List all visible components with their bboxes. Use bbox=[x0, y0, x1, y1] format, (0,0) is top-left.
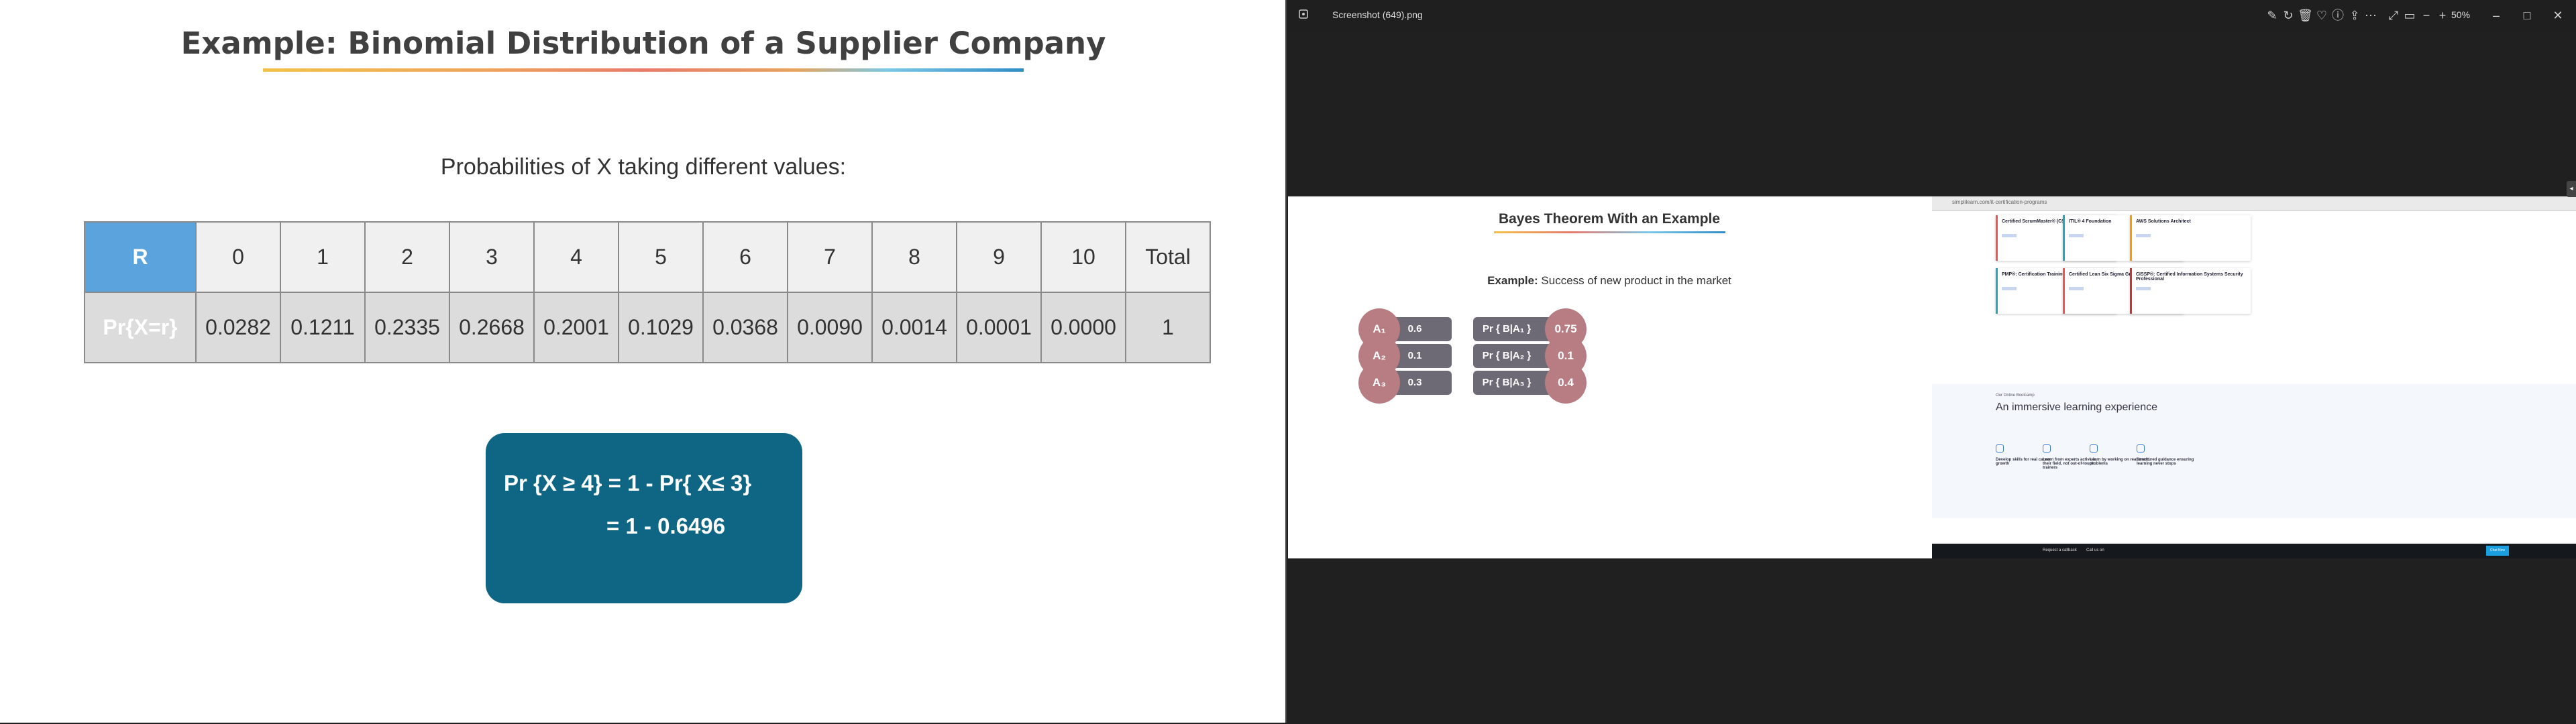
course-tag bbox=[2136, 287, 2151, 290]
photo-viewer-window: Screenshot (649).png ✎ ↻ 🗑 ♡ ⓘ ⇪ ⋯ ⤢ ▭ −… bbox=[1288, 0, 2576, 724]
table-cell: 7 bbox=[787, 221, 873, 293]
course-tag bbox=[2136, 234, 2151, 237]
slide-panel: Example: Binomial Distribution of a Supp… bbox=[0, 0, 1287, 723]
course-title: PMP®: Certification Training bbox=[2002, 272, 2065, 277]
course-tag bbox=[2069, 287, 2084, 290]
course-title: AWS Solutions Architect bbox=[2136, 219, 2191, 224]
maximize-icon[interactable]: □ bbox=[2520, 8, 2534, 23]
bayes-example: Example: Success of new product in the m… bbox=[1288, 274, 1931, 288]
rotate-icon[interactable]: ↻ bbox=[2281, 8, 2296, 23]
formula-line: = 1 - 0.6496 bbox=[606, 514, 726, 538]
zoom-in-icon[interactable]: + bbox=[2435, 8, 2450, 23]
section-heading: An immersive learning experience bbox=[1996, 402, 2157, 413]
slide-subtitle: Probabilities of X taking different valu… bbox=[440, 154, 847, 180]
table-cell: 0.2001 bbox=[533, 292, 619, 363]
table-cell: 0.0000 bbox=[1040, 292, 1126, 363]
browser-screenshot: simplilearn.com/it-certification-program… bbox=[1932, 196, 2576, 558]
course-card: AWS Solutions Architect bbox=[2130, 215, 2251, 261]
table-cell: 6 bbox=[702, 221, 788, 293]
formula-box: Pr {X ≥ 4} = 1 - Pr{ X≤ 3} = 1 - 0.6496 bbox=[486, 433, 802, 603]
feature-icon bbox=[2043, 444, 2051, 452]
title-underline bbox=[263, 68, 1024, 72]
table-cell: 0.2335 bbox=[364, 292, 450, 363]
viewer-toolbar: Screenshot (649).png ✎ ↻ 🗑 ♡ ⓘ ⇪ ⋯ ⤢ ▭ −… bbox=[1288, 0, 2576, 32]
table-cell: 0 bbox=[195, 221, 281, 293]
delete-icon[interactable]: 🗑 bbox=[2298, 8, 2313, 23]
share-icon[interactable]: ⇪ bbox=[2347, 8, 2362, 23]
table-cell: 2 bbox=[364, 221, 450, 293]
learning-section: Our Online Bootcamp An immersive learnin… bbox=[1932, 384, 2576, 518]
course-title: Certified ScrumMaster® (CSM) bbox=[2002, 219, 2071, 224]
probability-table: R 0 1 2 3 4 5 6 7 8 9 10 Total Pr{X=r} 0… bbox=[84, 221, 1211, 363]
table-cell: 3 bbox=[449, 221, 535, 293]
course-tag bbox=[2069, 234, 2084, 237]
image-canvas[interactable]: Bayes Theorem With an Example Example: S… bbox=[1288, 196, 2576, 558]
zoom-out-icon[interactable]: − bbox=[2419, 8, 2434, 23]
example-label: Example: bbox=[1487, 274, 1538, 287]
more-icon[interactable]: ⋯ bbox=[2363, 8, 2378, 23]
table-row: Pr{X=r} 0.0282 0.1211 0.2335 0.2668 0.20… bbox=[84, 292, 1211, 363]
cond-pill: Pr { B|A₁ } bbox=[1473, 317, 1554, 341]
cond-pill: Pr { B|A₂ } bbox=[1473, 344, 1554, 368]
table-cell: 5 bbox=[618, 221, 704, 293]
course-tag bbox=[2002, 234, 2017, 237]
fullscreen-icon[interactable]: ⤢ bbox=[2386, 8, 2401, 23]
table-cell: 0.0090 bbox=[787, 292, 873, 363]
table-cell: 0.1211 bbox=[280, 292, 366, 363]
course-tag bbox=[2002, 287, 2017, 290]
footer-callback: Request a callback bbox=[2043, 548, 2077, 552]
table-cell: 8 bbox=[871, 221, 957, 293]
formula-line: Pr {X ≥ 4} = 1 - Pr{ X≤ 3} bbox=[504, 471, 752, 495]
table-cell: 0.0014 bbox=[871, 292, 957, 363]
table-cell-total: 1 bbox=[1125, 292, 1211, 363]
feature-icon bbox=[2137, 444, 2145, 452]
feature-icon bbox=[1996, 444, 2004, 452]
info-icon[interactable]: ⓘ bbox=[2330, 8, 2345, 23]
cond-pill: Pr { B|A₃ } bbox=[1473, 371, 1554, 395]
file-name: Screenshot (649).png bbox=[1332, 9, 1423, 20]
footer-call: Call us on bbox=[2086, 548, 2104, 552]
cond-circle: 0.4 bbox=[1545, 362, 1587, 404]
feature-icon bbox=[2090, 444, 2098, 452]
course-card: CISSP®: Certified Information Systems Se… bbox=[2130, 268, 2251, 314]
browser-url: simplilearn.com/it-certification-program… bbox=[1952, 199, 2047, 205]
table-cell: 0.2668 bbox=[449, 292, 535, 363]
browser-address-bar: simplilearn.com/it-certification-program… bbox=[1932, 196, 2576, 211]
table-cell: 10 bbox=[1040, 221, 1126, 293]
event-circle: A₃ bbox=[1358, 362, 1400, 404]
chat-button: Chat Now bbox=[2486, 546, 2509, 556]
chevron-left-icon[interactable]: ◂ bbox=[2567, 181, 2576, 197]
close-icon[interactable]: ✕ bbox=[2551, 8, 2565, 23]
feature-title: Structured guidance ensuring learning ne… bbox=[2137, 458, 2194, 466]
title-underline bbox=[1494, 231, 1725, 233]
browser-footer: Request a callback Call us on Chat Now bbox=[1932, 544, 2576, 558]
open-folder-icon[interactable] bbox=[1296, 8, 1311, 23]
course-title: ITIL® 4 Foundation bbox=[2069, 219, 2112, 224]
bayes-title: Bayes Theorem With an Example bbox=[1498, 211, 1721, 227]
example-text: Success of new product in the market bbox=[1538, 274, 1731, 287]
table-cell: 0.0001 bbox=[956, 292, 1042, 363]
course-title: CISSP®: Certified Information Systems Se… bbox=[2136, 272, 2243, 282]
table-cell-total: Total bbox=[1125, 221, 1211, 293]
table-row: R 0 1 2 3 4 5 6 7 8 9 10 Total bbox=[84, 221, 1211, 293]
table-cell: 1 bbox=[280, 221, 366, 293]
feature-item: Structured guidance ensuring learning ne… bbox=[2137, 444, 2197, 470]
fit-icon[interactable]: ▭ bbox=[2402, 8, 2417, 23]
table-head-pr: Pr{X=r} bbox=[84, 292, 197, 363]
table-cell: 0.0368 bbox=[702, 292, 788, 363]
bayes-slide: Bayes Theorem With an Example Example: S… bbox=[1288, 196, 1931, 558]
edit-icon[interactable]: ✎ bbox=[2265, 8, 2279, 23]
favorite-icon[interactable]: ♡ bbox=[2314, 8, 2329, 23]
table-head-r: R bbox=[84, 221, 197, 293]
minimize-icon[interactable]: – bbox=[2489, 8, 2504, 23]
zoom-level: 50% bbox=[2451, 9, 2471, 20]
table-cell: 4 bbox=[533, 221, 619, 293]
table-cell: 0.1029 bbox=[618, 292, 704, 363]
table-cell: 0.0282 bbox=[195, 292, 281, 363]
section-kicker: Our Online Bootcamp bbox=[1996, 394, 2035, 398]
table-cell: 9 bbox=[956, 221, 1042, 293]
slide-title: Example: Binomial Distribution of a Supp… bbox=[180, 25, 1106, 61]
